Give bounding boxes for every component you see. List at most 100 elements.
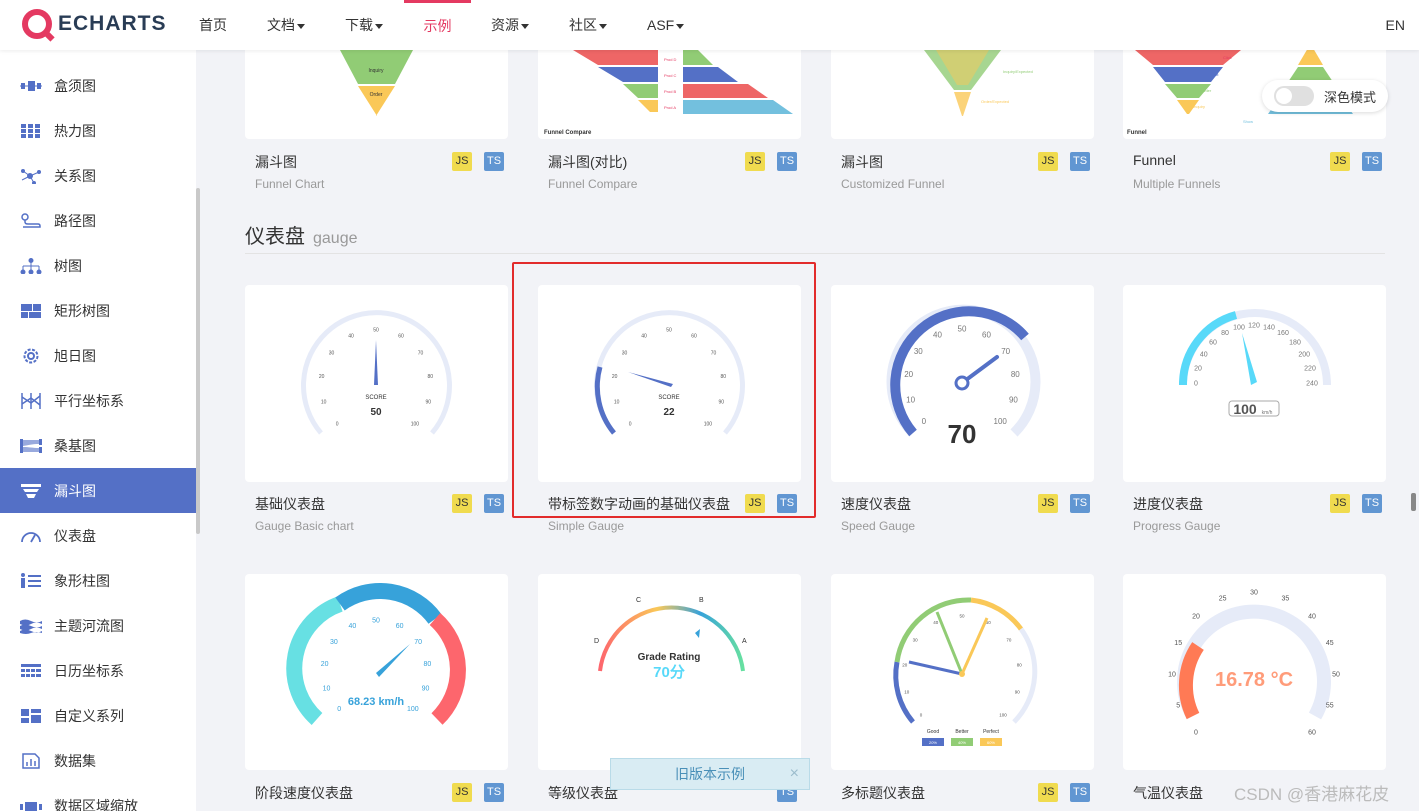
example-card-temperature-gauge[interactable]: 0 5 10 15 20 25 30 35 40 45 50 55 60 16.78 °C [1123,574,1386,770]
js-badge[interactable]: JS [452,494,472,513]
sidebar-item-boxplot[interactable]: 盒须图 [0,63,196,108]
js-badge[interactable]: JS [1038,494,1058,513]
sidebar-item-funnel[interactable]: 漏斗图 [0,468,196,513]
tick-label: 80 [1017,662,1023,667]
tick-label: 35 [1282,596,1290,603]
tick-label: 40 [1308,613,1316,620]
card-title[interactable]: 多标题仪表盘 [841,783,925,803]
card-title[interactable]: 等级仪表盘 [548,783,618,803]
ts-badge[interactable]: TS [1070,152,1090,171]
card-title[interactable]: 进度仪表盘 [1133,494,1203,514]
card-title[interactable]: 带标签数字动画的基础仪表盘 [548,494,730,514]
chevron-down-icon [676,23,685,29]
sidebar-item-heatmap[interactable]: 热力图 [0,108,196,153]
section-divider [245,253,1385,254]
ts-badge[interactable]: TS [484,494,504,513]
sidebar-item-graph[interactable]: 关系图 [0,153,196,198]
js-badge[interactable]: JS [745,494,765,513]
example-card-progress-gauge[interactable]: 0 20 40 60 80 100 120 140 160 180 200 220 240 100 km… [1123,285,1386,482]
tick-label: 30 [913,637,919,642]
sidebar-item-sankey[interactable]: 桑基图 [0,423,196,468]
example-card-customized-funnel[interactable]: Inquiry/Expected Order/Expected [831,50,1094,139]
example-card-funnel-chart[interactable]: Inquiry Order [245,50,508,139]
sidebar-item-datazoom[interactable]: 数据区域缩放 [0,783,196,811]
sidebar-item-label: 桑基图 [54,437,96,454]
tick-label: 60 [398,334,404,340]
ts-badge[interactable]: TS [484,152,504,171]
card-title[interactable]: 阶段速度仪表盘 [255,783,353,803]
sidebar-item-label: 漏斗图 [54,482,96,499]
tick-label: 50 [372,617,380,624]
section-title: 仪表盘 gauge [245,220,358,249]
example-card-stage-speed-gauge[interactable]: 0 10 20 30 40 50 60 70 80 90 100 68.23 km/h [245,574,508,770]
close-icon[interactable]: × [790,759,799,789]
ts-badge[interactable]: TS [1362,152,1382,171]
heatmap-icon [21,123,40,138]
funnel-label: Inquiry [1193,104,1205,109]
js-badge[interactable]: JS [452,783,472,802]
sidebar-item-tree[interactable]: 树图 [0,243,196,288]
toggle-switch[interactable] [1274,86,1314,106]
sidebar-item-lines[interactable]: 路径图 [0,198,196,243]
funnel-label: Click [1223,55,1232,60]
funnel-label: Show [1243,119,1253,124]
echarts-logo[interactable]: ECHARTS [22,9,167,39]
sidebar-item-calendar[interactable]: 日历坐标系 [0,648,196,693]
example-card-speed-gauge[interactable]: 0 10 20 30 40 50 60 70 80 90 100 70 [831,285,1094,482]
card-title[interactable]: Funnel [1133,152,1176,168]
ts-badge[interactable]: TS [484,783,504,802]
sidebar-item-dataset[interactable]: 数据集 [0,738,196,783]
chevron-down-icon [375,23,383,29]
funnel-label: Inquiry/Expected [1003,69,1033,74]
dark-mode-toggle[interactable]: 深色模式 [1262,80,1388,112]
calendar-icon [21,663,41,677]
card-title[interactable]: 漏斗图(对比) [548,152,627,172]
nav-asf[interactable]: ASF [647,0,685,50]
language-switch[interactable]: EN [1386,0,1405,50]
nav-download[interactable]: 下载 [345,0,383,50]
nav-resources[interactable]: 资源 [491,0,529,50]
tick-label: 100 [994,417,1008,426]
example-card-gauge-basic[interactable]: 0 10 20 30 40 50 60 70 80 90 100 SCORE 50 [245,285,508,482]
tick-label: 90 [1015,689,1021,694]
ts-badge[interactable]: TS [1070,783,1090,802]
js-badge[interactable]: JS [1330,152,1350,171]
sidebar-item-theme-river[interactable]: 主题河流图 [0,603,196,648]
tick-label: 220 [1304,365,1316,372]
sidebar-item-treemap[interactable]: 矩形树图 [0,288,196,333]
example-card-grade-gauge[interactable]: D C B A Grade Rating 70分 [538,574,801,770]
sidebar-item-gauge[interactable]: 仪表盘 [0,513,196,558]
ts-badge[interactable]: TS [777,152,797,171]
old-version-examples-banner[interactable]: 旧版本示例 × [610,758,810,790]
card-title[interactable]: 漏斗图 [255,152,297,172]
sidebar-item-parallel[interactable]: 平行坐标系 [0,378,196,423]
js-badge[interactable]: JS [1038,783,1058,802]
chevron-down-icon [599,23,607,29]
funnel-label: Order [1201,88,1212,93]
js-badge[interactable]: JS [1330,494,1350,513]
tick-label: 70 [414,639,422,646]
card-title[interactable]: 漏斗图 [841,152,883,172]
js-badge[interactable]: JS [1038,152,1058,171]
tree-icon [20,257,42,274]
example-card-funnel-compare[interactable]: Prod D Prod C Prod B Prod A Funnel Compa… [538,50,801,139]
tick-label: 100 [411,422,420,428]
sidebar-item-pictorial-bar[interactable]: 象形柱图 [0,558,196,603]
nav-home[interactable]: 首页 [199,0,227,50]
old-version-link[interactable]: 旧版本示例 [675,766,745,782]
ts-badge[interactable]: TS [1362,494,1382,513]
main-scrollbar-thumb[interactable] [1411,493,1416,511]
js-badge[interactable]: JS [745,152,765,171]
ts-badge[interactable]: TS [1070,494,1090,513]
nav-community[interactable]: 社区 [569,0,607,50]
sidebar-item-sunburst[interactable]: 旭日图 [0,333,196,378]
card-title[interactable]: 速度仪表盘 [841,494,911,514]
card-title[interactable]: 基础仪表盘 [255,494,325,514]
nav-docs[interactable]: 文档 [267,0,305,50]
example-card-multi-title-gauge[interactable]: 0 10 20 30 40 50 60 70 80 90 100 Good Better Perfe… [831,574,1094,770]
sidebar-item-custom[interactable]: 自定义系列 [0,693,196,738]
js-badge[interactable]: JS [452,152,472,171]
card-title[interactable]: 气温仪表盘 [1133,783,1203,803]
nav-examples[interactable]: 示例 [404,0,471,50]
ts-badge[interactable]: TS [777,494,797,513]
